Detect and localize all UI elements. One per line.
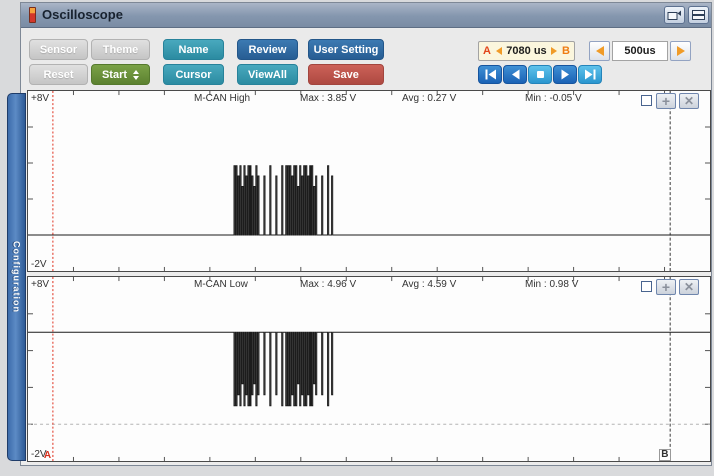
ab-range-field[interactable]: A 7080 us B [478,41,575,61]
title-bar[interactable]: Oscilloscope [21,3,711,28]
ab-range-value: 7080 us [506,45,546,57]
toolbar: Sensor Theme Name Review User Setting Re… [21,29,711,90]
start-button-label: Start [102,69,127,81]
reset-button[interactable]: Reset [29,64,88,85]
stat-avg: Avg : 0.27 V [402,93,456,104]
review-button[interactable]: Review [237,39,298,60]
skip-start-icon [484,69,497,80]
user-setting-button[interactable]: User Setting [308,39,384,60]
channel-name: M-CAN Low [194,279,248,290]
stop-icon [535,69,546,80]
y-axis-top-label: +8V [31,279,49,290]
channel-select-checkbox[interactable] [641,95,652,106]
cursor-a-marker[interactable]: A [44,450,51,461]
step-back-icon [510,69,521,80]
start-button[interactable]: Start [91,64,150,85]
cursor-button[interactable]: Cursor [163,64,224,85]
zoom-in-icon[interactable]: + [656,93,676,109]
close-channel-icon[interactable]: ✕ [679,93,699,109]
waveform-plot-high[interactable] [28,91,710,271]
start-spinner-icon [133,70,139,80]
name-button[interactable]: Name [163,39,224,60]
stop-button[interactable] [528,65,552,84]
y-axis-top-label: +8V [31,93,49,104]
stat-max: Max : 3.85 V [300,93,356,104]
play-icon [560,69,571,80]
y-axis-bottom-label: -2V [31,259,47,270]
range-left-arrow-icon [496,47,502,55]
channel-name: M-CAN High [194,93,250,104]
cursor-a-label: A [483,45,491,57]
window-title: Oscilloscope [42,7,123,22]
range-right-arrow-icon [551,47,557,55]
left-arrow-icon [596,46,604,56]
stat-min: Min : 0.98 V [525,279,578,290]
waveform-plot-low[interactable] [28,277,710,461]
timebase-decrease-button[interactable] [589,41,610,61]
right-arrow-icon [677,46,685,56]
channel-panel-mcan-low: +8V M-CAN Low Max : 4.96 V Avg : 4.59 V … [27,276,711,462]
skip-end-icon [584,69,597,80]
play-button[interactable] [553,65,577,84]
stat-min: Min : -0.05 V [525,93,582,104]
save-button[interactable]: Save [308,64,384,85]
cursor-b-marker[interactable]: B [659,449,670,461]
app-icon [29,7,36,23]
sensor-button[interactable]: Sensor [29,39,88,60]
skip-end-button[interactable] [578,65,602,84]
skip-start-button[interactable] [478,65,502,84]
timebase-increase-button[interactable] [670,41,691,61]
step-back-button[interactable] [503,65,527,84]
channel-panel-mcan-high: +8V M-CAN High Max : 3.85 V Avg : 0.27 V… [27,90,711,272]
theme-button[interactable]: Theme [91,39,150,60]
window-layout-icon[interactable] [688,6,709,24]
timebase-field[interactable]: 500us [612,41,668,61]
sidebar-tab-configuration[interactable]: Configuration [7,93,26,461]
viewall-button[interactable]: ViewAll [237,64,298,85]
close-channel-icon[interactable]: ✕ [679,279,699,295]
cursor-b-label: B [562,45,570,57]
stat-avg: Avg : 4.59 V [402,279,456,290]
oscilloscope-window: Oscilloscope Sensor Theme Name Review Us… [20,2,712,466]
stat-max: Max : 4.96 V [300,279,356,290]
sidebar-tab-label: Configuration [12,241,22,313]
channel-select-checkbox[interactable] [641,281,652,292]
zoom-in-icon[interactable]: + [656,279,676,295]
popup-window-icon[interactable] [664,6,685,24]
transport-controls [478,65,602,84]
